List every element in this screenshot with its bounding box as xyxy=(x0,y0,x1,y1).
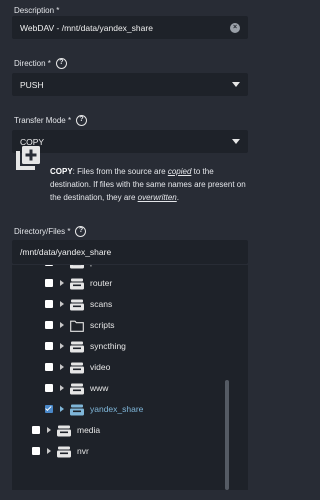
tree-item-pve[interactable]: pve xyxy=(45,265,104,271)
expand-arrow-icon[interactable] xyxy=(60,343,64,349)
directory-tree[interactable]: pve router scans scripts syncthing video www ya… xyxy=(12,265,248,490)
checkbox[interactable] xyxy=(45,279,53,287)
directory-value[interactable]: /mnt/data/yandex_share xyxy=(20,247,240,257)
expand-arrow-icon[interactable] xyxy=(47,427,51,433)
tree-item-nvr[interactable]: nvr xyxy=(32,442,89,460)
chevron-down-icon[interactable] xyxy=(232,139,240,144)
dataset-icon xyxy=(57,446,71,457)
direction-select[interactable]: PUSH xyxy=(12,73,248,96)
tree-item-label: pve xyxy=(90,265,104,267)
checkbox[interactable] xyxy=(45,363,53,371)
copy-mode-icon xyxy=(16,146,40,170)
direction-label: Direction * ? xyxy=(14,58,67,69)
tree-item-label: scans xyxy=(90,299,113,309)
checkbox[interactable] xyxy=(45,300,53,308)
expand-arrow-icon[interactable] xyxy=(60,301,64,307)
expand-arrow-icon[interactable] xyxy=(60,364,64,370)
checkbox[interactable] xyxy=(32,447,40,455)
dataset-icon xyxy=(70,362,84,373)
checkbox[interactable] xyxy=(45,342,53,350)
checkbox[interactable] xyxy=(45,265,53,266)
tree-item-label: router xyxy=(90,278,113,288)
direction-value[interactable]: PUSH xyxy=(20,80,232,90)
tree-item-scans[interactable]: scans xyxy=(45,295,112,313)
tree-item-syncthing[interactable]: syncthing xyxy=(45,337,126,355)
transfer-mode-value[interactable]: COPY xyxy=(20,137,232,147)
checkbox[interactable] xyxy=(45,321,53,329)
expand-arrow-icon[interactable] xyxy=(60,322,64,328)
directory-input[interactable]: /mnt/data/yandex_share xyxy=(12,240,248,264)
tree-item-yandex-share[interactable]: yandex_share xyxy=(45,400,143,418)
dataset-icon xyxy=(57,425,71,436)
help-icon[interactable]: ? xyxy=(75,226,87,237)
tree-item-media[interactable]: media xyxy=(32,421,100,439)
tree-item-label: nvr xyxy=(77,446,89,456)
folder-icon xyxy=(70,320,84,332)
tree-item-video[interactable]: video xyxy=(45,358,110,376)
transfer-mode-select[interactable]: COPY xyxy=(12,130,248,153)
dataset-icon xyxy=(70,278,84,289)
dataset-icon xyxy=(70,404,84,415)
help-icon[interactable]: ? xyxy=(76,115,88,126)
description-input[interactable]: WebDAV - /mnt/data/yandex_share × xyxy=(12,16,248,39)
tree-item-label: video xyxy=(90,362,111,372)
dataset-icon xyxy=(70,383,84,394)
tree-item-scripts[interactable]: scripts xyxy=(45,316,115,334)
description-value[interactable]: WebDAV - /mnt/data/yandex_share xyxy=(20,23,230,33)
tree-scrollbar[interactable] xyxy=(225,380,229,490)
chevron-down-icon[interactable] xyxy=(232,82,240,87)
tree-item-label: media xyxy=(77,425,101,435)
expand-arrow-icon[interactable] xyxy=(47,448,51,454)
expand-arrow-icon[interactable] xyxy=(60,406,64,412)
expand-arrow-icon[interactable] xyxy=(60,280,64,286)
help-icon[interactable]: ? xyxy=(55,58,67,69)
tree-item-router[interactable]: router xyxy=(45,274,112,292)
checkbox[interactable] xyxy=(32,426,40,434)
tree-item-label: scripts xyxy=(90,320,115,330)
checkbox[interactable] xyxy=(45,384,53,392)
tree-item-label: www xyxy=(90,383,109,393)
tree-item-www[interactable]: www xyxy=(45,379,108,397)
checkbox[interactable] xyxy=(45,405,53,413)
dataset-icon xyxy=(70,265,84,268)
dataset-icon xyxy=(70,299,84,310)
transfer-mode-description: COPY: Files from the source are copied t… xyxy=(50,167,246,202)
tree-item-label: yandex_share xyxy=(90,404,144,414)
tree-item-label: syncthing xyxy=(90,341,126,351)
clear-icon[interactable]: × xyxy=(230,22,240,33)
directory-label: Directory/Files * ? xyxy=(14,226,87,237)
expand-arrow-icon[interactable] xyxy=(60,385,64,391)
dataset-icon xyxy=(70,341,84,352)
description-label: Description * xyxy=(14,6,60,15)
transfer-mode-label: Transfer Mode * ? xyxy=(14,115,88,126)
